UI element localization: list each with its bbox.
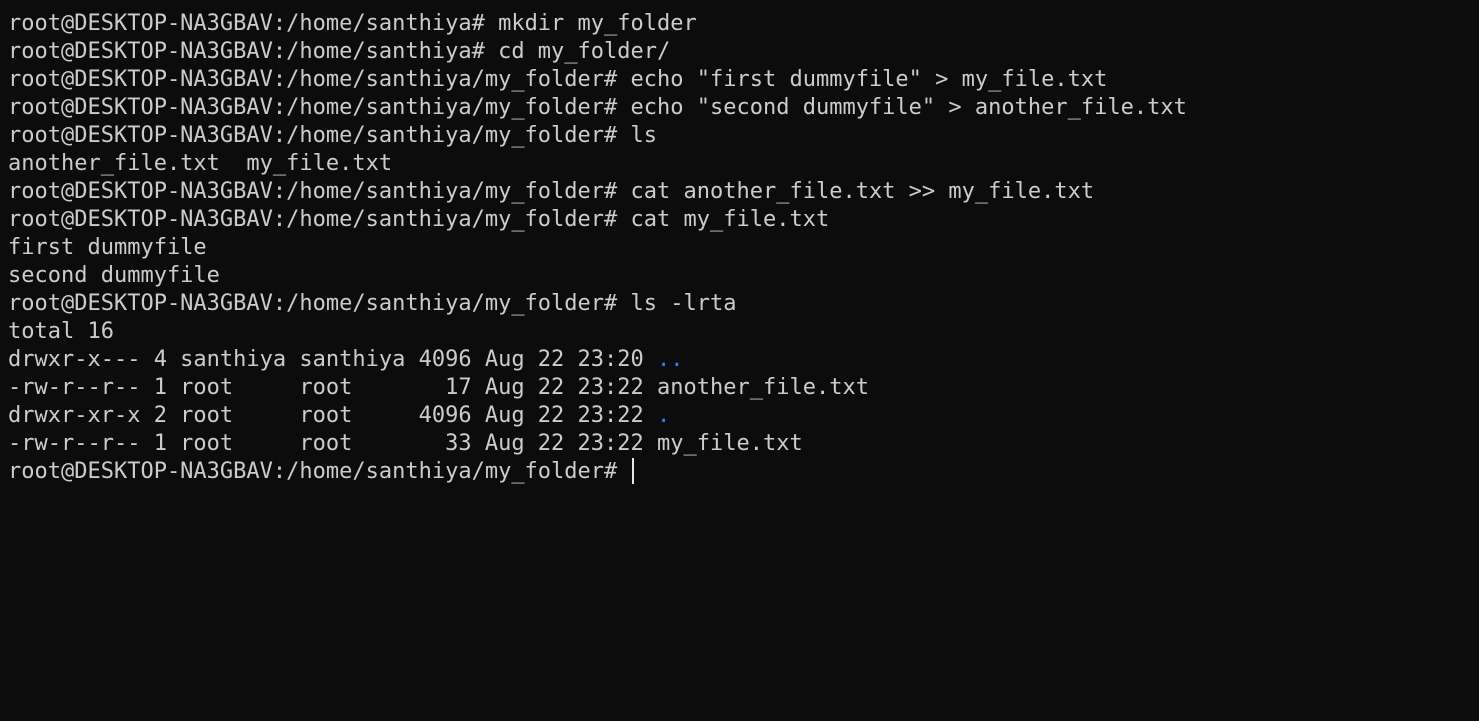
- command-line: root@DESKTOP-NA3GBAV:/home/santhiya# mkd…: [8, 10, 1479, 38]
- listing-row: -rw-r--r-- 1 root root 17 Aug 22 23:22 a…: [8, 374, 1479, 402]
- output-text: another_file.txt my_file.txt: [8, 151, 393, 176]
- shell-prompt: root@DESKTOP-NA3GBAV:/home/santhiya/my_f…: [8, 123, 618, 148]
- shell-prompt: root@DESKTOP-NA3GBAV:/home/santhiya/my_f…: [8, 179, 618, 204]
- output-text: first dummyfile: [8, 235, 207, 260]
- shell-prompt: root@DESKTOP-NA3GBAV:/home/santhiya/my_f…: [8, 459, 618, 484]
- output-text: total 16: [8, 319, 114, 344]
- shell-prompt: root@DESKTOP-NA3GBAV:/home/santhiya/my_f…: [8, 67, 618, 92]
- listing-attributes: drwxr-x--- 4 santhiya santhiya 4096 Aug …: [8, 347, 658, 372]
- listing-attributes: -rw-r--r-- 1 root root 17 Aug 22 23:22: [8, 375, 658, 400]
- shell-prompt: root@DESKTOP-NA3GBAV:/home/santhiya/my_f…: [8, 95, 618, 120]
- shell-prompt: root@DESKTOP-NA3GBAV:/home/santhiya/my_f…: [8, 207, 618, 232]
- command-input[interactable]: [617, 459, 630, 484]
- listing-dir-name: ..: [657, 347, 684, 372]
- output-line: total 16: [8, 318, 1479, 346]
- shell-prompt: root@DESKTOP-NA3GBAV:/home/santhiya/my_f…: [8, 291, 618, 316]
- listing-attributes: drwxr-xr-x 2 root root 4096 Aug 22 23:22: [8, 403, 658, 428]
- command-text: cd my_folder/: [484, 39, 671, 64]
- listing-file-name: another_file.txt: [657, 375, 869, 400]
- output-text: second dummyfile: [8, 263, 220, 288]
- command-line: root@DESKTOP-NA3GBAV:/home/santhiya/my_f…: [8, 290, 1479, 318]
- command-text: cat my_file.txt: [617, 207, 830, 232]
- listing-row: -rw-r--r-- 1 root root 33 Aug 22 23:22 m…: [8, 430, 1479, 458]
- shell-prompt: root@DESKTOP-NA3GBAV:/home/santhiya#: [8, 11, 485, 36]
- command-line: root@DESKTOP-NA3GBAV:/home/santhiya/my_f…: [8, 206, 1479, 234]
- output-line: second dummyfile: [8, 262, 1479, 290]
- output-line: first dummyfile: [8, 234, 1479, 262]
- text-cursor: [631, 458, 634, 484]
- listing-dir-name: .: [657, 403, 671, 428]
- listing-attributes: -rw-r--r-- 1 root root 33 Aug 22 23:22: [8, 431, 658, 456]
- command-line: root@DESKTOP-NA3GBAV:/home/santhiya/my_f…: [8, 122, 1479, 150]
- listing-file-name: my_file.txt: [657, 431, 803, 456]
- command-text: echo "second dummyfile" > another_file.t…: [617, 95, 1187, 120]
- listing-row: drwxr-x--- 4 santhiya santhiya 4096 Aug …: [8, 346, 1479, 374]
- terminal-window[interactable]: root@DESKTOP-NA3GBAV:/home/santhiya# mkd…: [8, 10, 1479, 721]
- command-line: root@DESKTOP-NA3GBAV:/home/santhiya/my_f…: [8, 94, 1479, 122]
- command-text: cat another_file.txt >> my_file.txt: [617, 179, 1095, 204]
- output-line: another_file.txt my_file.txt: [8, 150, 1479, 178]
- command-text: mkdir my_folder: [484, 11, 697, 36]
- command-text: ls -lrta: [617, 291, 737, 316]
- command-line: root@DESKTOP-NA3GBAV:/home/santhiya/my_f…: [8, 66, 1479, 94]
- shell-prompt: root@DESKTOP-NA3GBAV:/home/santhiya#: [8, 39, 485, 64]
- listing-row: drwxr-xr-x 2 root root 4096 Aug 22 23:22…: [8, 402, 1479, 430]
- command-text: ls: [617, 123, 658, 148]
- command-line: root@DESKTOP-NA3GBAV:/home/santhiya# cd …: [8, 38, 1479, 66]
- command-text: echo "first dummyfile" > my_file.txt: [617, 67, 1108, 92]
- active-prompt-line: root@DESKTOP-NA3GBAV:/home/santhiya/my_f…: [8, 458, 1479, 486]
- command-line: root@DESKTOP-NA3GBAV:/home/santhiya/my_f…: [8, 178, 1479, 206]
